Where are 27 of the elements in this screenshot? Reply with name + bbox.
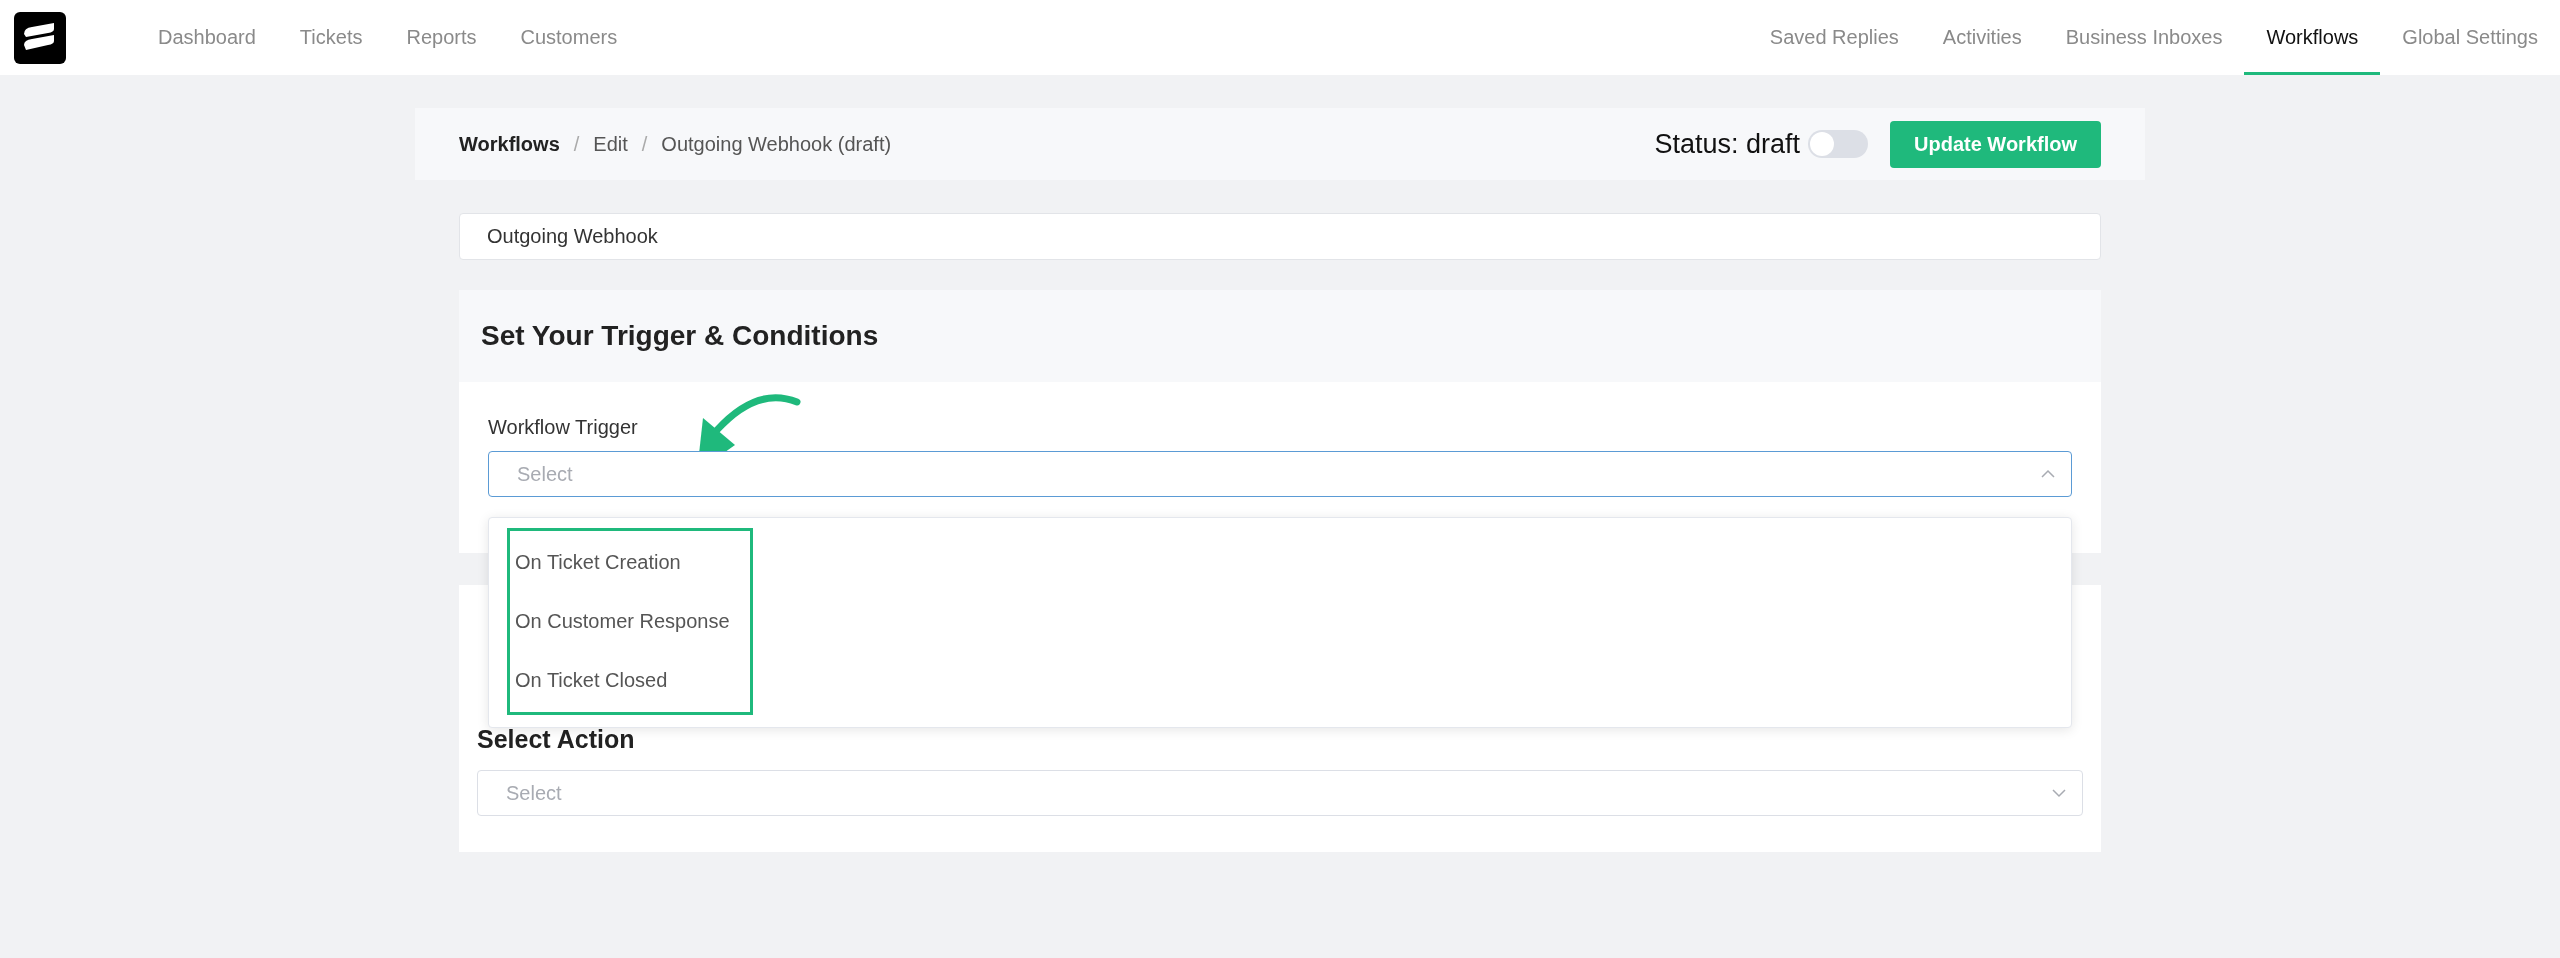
section-title: Set Your Trigger & Conditions (481, 320, 879, 352)
nav-link[interactable]: Activities (1920, 0, 2044, 75)
update-workflow-button[interactable]: Update Workflow (1890, 120, 2101, 168)
nav-link[interactable]: Tickets (277, 0, 385, 75)
dropdown-option[interactable]: On Customer Response (510, 592, 750, 651)
breadcrumb-separator: / (641, 132, 648, 156)
breadcrumb-separator: / (573, 132, 580, 156)
dropdown-option[interactable]: On Ticket Creation (510, 533, 750, 592)
status-label: Status: draft (1654, 128, 1801, 160)
dropdown-option[interactable]: On Ticket Closed (510, 651, 750, 710)
nav-link[interactable]: Saved Replies (1747, 0, 1921, 75)
logo-icon[interactable] (14, 11, 66, 64)
name-field[interactable]: Outgoing Webhook (459, 213, 2101, 260)
nav-link[interactable]: Reports (384, 0, 499, 75)
field-label: Workflow Trigger (488, 416, 638, 439)
nav-link[interactable]: Global Settings (2380, 0, 2560, 75)
nav-link[interactable]: Customers (498, 0, 640, 75)
breadcrumb-link[interactable]: Workflows (459, 132, 560, 156)
status-toggle[interactable] (1808, 130, 1869, 158)
breadcrumb-current: Outgoing Webhook (draft) (661, 132, 892, 156)
action-select[interactable]: Select (477, 770, 2083, 816)
nav-link[interactable]: Business Inboxes (2043, 0, 2245, 75)
breadcrumb-link[interactable]: Edit (593, 132, 628, 156)
nav-link[interactable]: Workflows (2244, 0, 2381, 75)
section-title: Select Action (477, 725, 636, 754)
trigger-select[interactable]: Select (488, 451, 2072, 497)
nav-link[interactable]: Dashboard (136, 0, 278, 75)
